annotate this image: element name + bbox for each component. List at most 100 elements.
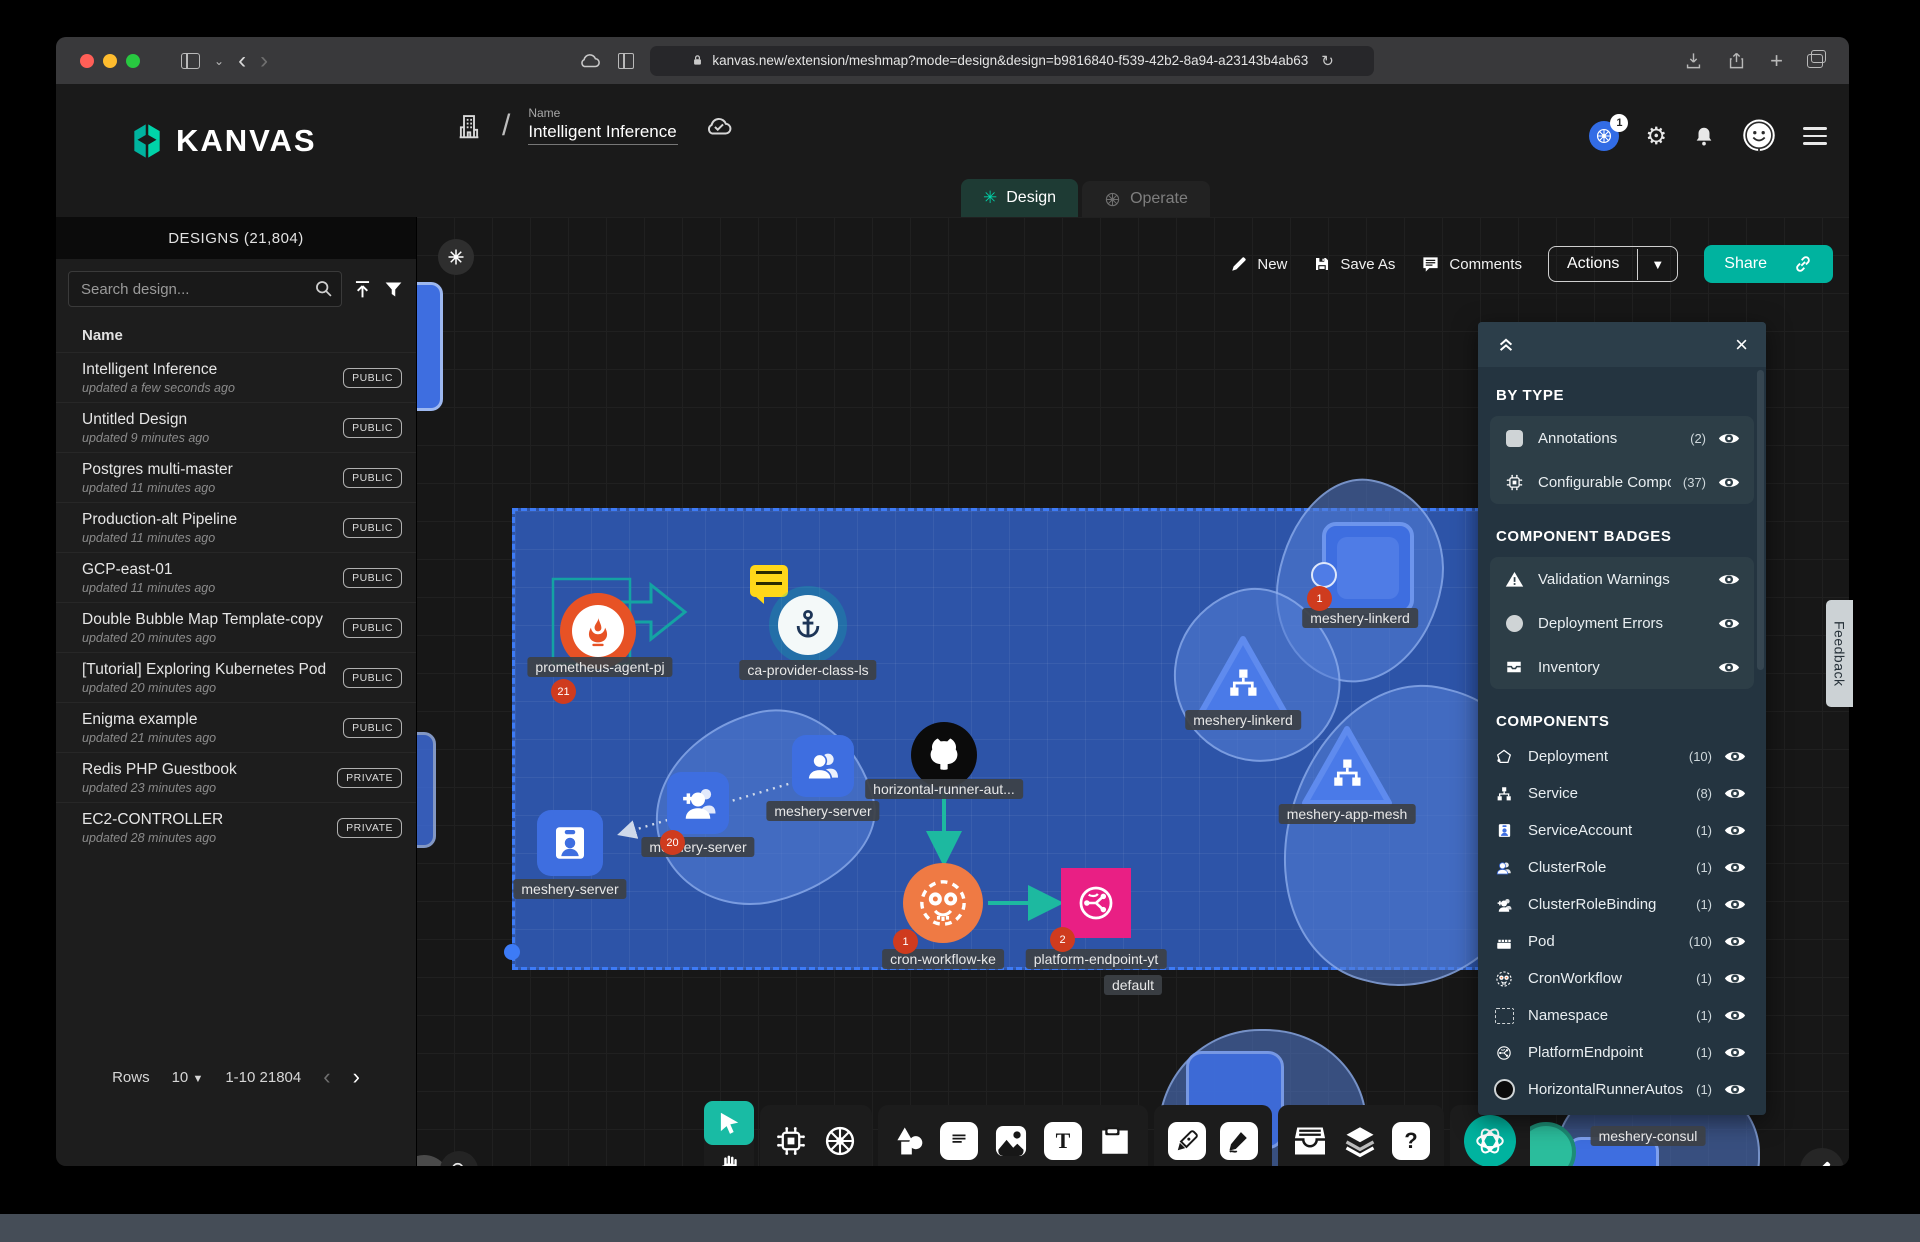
actions-caret-icon[interactable]: ▼ bbox=[1637, 249, 1677, 280]
design-row[interactable]: Enigma example updated 21 minutes ago PU… bbox=[56, 702, 416, 752]
freehand-tool-button[interactable] bbox=[1220, 1122, 1258, 1160]
search-input[interactable] bbox=[68, 271, 342, 307]
meshery-tool-button[interactable] bbox=[1464, 1115, 1516, 1166]
component-row-serviceaccount[interactable]: ServiceAccount (1) bbox=[1478, 812, 1766, 849]
panel-scrollbar[interactable] bbox=[1757, 370, 1764, 670]
eye-icon[interactable] bbox=[1724, 897, 1748, 912]
component-row-deployment[interactable]: Deployment (10) bbox=[1478, 738, 1766, 775]
sidebar-toggle-icon[interactable] bbox=[181, 53, 200, 69]
components-tool-button[interactable] bbox=[774, 1124, 808, 1158]
meshery-app-mesh-node[interactable] bbox=[1299, 725, 1395, 809]
comment-annotation[interactable] bbox=[750, 565, 788, 597]
image-tool-button[interactable] bbox=[992, 1122, 1030, 1160]
design-row[interactable]: Redis PHP Guestbook updated 23 minutes a… bbox=[56, 752, 416, 802]
design-row[interactable]: GCP-east-01 updated 11 minutes ago PUBLI… bbox=[56, 552, 416, 602]
component-row-cronworkflow[interactable]: CronWorkflow (1) bbox=[1478, 960, 1766, 997]
eye-icon[interactable] bbox=[1718, 660, 1742, 675]
design-row[interactable]: EC2-CONTROLLER updated 28 minutes ago PR… bbox=[56, 802, 416, 852]
design-row[interactable]: Intelligent Inference updated a few seco… bbox=[56, 352, 416, 402]
notifications-bell-icon[interactable] bbox=[1693, 124, 1715, 148]
eye-icon[interactable] bbox=[1718, 616, 1742, 631]
offscreen-node[interactable] bbox=[416, 282, 443, 411]
kanvas-logo[interactable]: KANVAS bbox=[128, 122, 317, 160]
error-count-badge[interactable]: 20 bbox=[660, 830, 685, 855]
forward-button[interactable]: › bbox=[260, 47, 268, 75]
filter-icon[interactable] bbox=[383, 279, 404, 300]
selection-handle[interactable] bbox=[504, 944, 520, 960]
new-design-button[interactable]: New bbox=[1230, 255, 1287, 273]
eye-icon[interactable] bbox=[1724, 1082, 1748, 1097]
design-row[interactable]: Postgres multi-master updated 11 minutes… bbox=[56, 452, 416, 502]
zoom-tool-button[interactable] bbox=[440, 1151, 478, 1166]
icloud-icon[interactable] bbox=[578, 52, 602, 69]
settings-gear-icon[interactable]: ⚙ bbox=[1645, 122, 1667, 151]
actions-dropdown[interactable]: Actions ▼ bbox=[1548, 246, 1678, 282]
reload-icon[interactable]: ↻ bbox=[1321, 52, 1334, 70]
eye-icon[interactable] bbox=[1724, 860, 1748, 875]
edge-pen-tool-button[interactable] bbox=[1168, 1122, 1206, 1160]
share-button[interactable]: Share bbox=[1704, 245, 1833, 283]
error-count-badge[interactable]: 21 bbox=[551, 679, 576, 704]
tab-operate[interactable]: Operate bbox=[1082, 181, 1210, 217]
new-tab-icon[interactable]: + bbox=[1770, 50, 1783, 72]
layer-row-configurable-components[interactable]: Configurable Compon (37) bbox=[1490, 460, 1754, 504]
save-as-button[interactable]: Save As bbox=[1313, 255, 1395, 273]
badge-row-inventory[interactable]: Inventory bbox=[1490, 645, 1754, 689]
eye-icon[interactable] bbox=[1724, 1045, 1748, 1060]
error-count-badge[interactable]: 1 bbox=[893, 929, 918, 954]
design-row[interactable]: Untitled Design updated 9 minutes ago PU… bbox=[56, 402, 416, 452]
meshery-server-clusterrole-node[interactable] bbox=[792, 735, 854, 797]
url-bar[interactable]: kanvas.new/extension/meshmap?mode=design… bbox=[650, 46, 1374, 76]
share-icon[interactable] bbox=[1727, 51, 1746, 70]
back-button[interactable]: ‹ bbox=[238, 47, 246, 75]
downloads-icon[interactable] bbox=[1684, 51, 1703, 70]
user-avatar[interactable] bbox=[1741, 118, 1777, 154]
design-row[interactable]: Production-alt Pipeline updated 11 minut… bbox=[56, 502, 416, 552]
tab-design[interactable]: ✳ Design bbox=[961, 179, 1078, 217]
reader-icon[interactable] bbox=[618, 53, 634, 69]
kubernetes-context-button[interactable]: 1 bbox=[1589, 121, 1619, 151]
component-row-service[interactable]: Service (8) bbox=[1478, 775, 1766, 812]
offscreen-node[interactable] bbox=[416, 732, 436, 848]
component-row-clusterrolebinding[interactable]: ClusterRoleBinding (1) bbox=[1478, 886, 1766, 923]
import-design-icon[interactable] bbox=[352, 279, 373, 300]
component-row-clusterrole[interactable]: ClusterRole (1) bbox=[1478, 849, 1766, 886]
badge-row-deployment-errors[interactable]: Deployment Errors bbox=[1490, 601, 1754, 645]
meshery-server-clusterrolebinding-node[interactable] bbox=[667, 772, 729, 834]
ca-provider-node[interactable] bbox=[778, 595, 838, 655]
design-row[interactable]: [Tutorial] Exploring Kubernetes Pod upda… bbox=[56, 652, 416, 702]
eye-icon[interactable] bbox=[1724, 1008, 1748, 1023]
eye-icon[interactable] bbox=[1718, 431, 1742, 446]
eye-icon[interactable] bbox=[1718, 572, 1742, 587]
signature-pen-button[interactable] bbox=[1800, 1148, 1844, 1166]
search-icon[interactable] bbox=[313, 278, 334, 299]
drawer-tool-button[interactable] bbox=[1292, 1123, 1328, 1159]
meshery-server-serviceaccount-node[interactable] bbox=[537, 810, 603, 876]
comments-button[interactable]: Comments bbox=[1421, 255, 1522, 274]
tab-overview-icon[interactable] bbox=[1807, 54, 1823, 68]
close-window-button[interactable] bbox=[80, 54, 94, 68]
kubernetes-tool-button[interactable] bbox=[822, 1123, 858, 1159]
platform-endpoint-node[interactable] bbox=[1061, 868, 1131, 938]
eye-icon[interactable] bbox=[1724, 823, 1748, 838]
organization-icon[interactable] bbox=[454, 111, 484, 141]
design-name-input[interactable] bbox=[528, 120, 678, 145]
canvas-options-button[interactable] bbox=[438, 239, 474, 275]
pan-tool-button[interactable] bbox=[717, 1145, 741, 1166]
meshery-linkerd-namespace-node[interactable] bbox=[1322, 522, 1414, 614]
close-panel-button[interactable]: × bbox=[1735, 334, 1748, 356]
minimize-window-button[interactable] bbox=[103, 54, 117, 68]
prev-page-button[interactable]: ‹ bbox=[323, 1066, 330, 1088]
help-tool-button[interactable]: ? bbox=[1392, 1122, 1430, 1160]
frame-tool-button[interactable] bbox=[1096, 1122, 1134, 1160]
component-row-pod[interactable]: Pod (10) bbox=[1478, 923, 1766, 960]
meshery-linkerd-node[interactable] bbox=[1195, 635, 1291, 719]
component-row-namespace[interactable]: Namespace (1) bbox=[1478, 997, 1766, 1034]
menu-hamburger-icon[interactable] bbox=[1803, 127, 1827, 144]
next-page-button[interactable]: › bbox=[353, 1066, 360, 1088]
eye-icon[interactable] bbox=[1724, 934, 1748, 949]
error-count-badge[interactable]: 1 bbox=[1307, 586, 1332, 611]
select-tool-button[interactable] bbox=[704, 1101, 754, 1145]
error-count-badge[interactable]: 2 bbox=[1050, 927, 1075, 952]
layer-row-annotations[interactable]: Annotations (2) bbox=[1490, 416, 1754, 460]
